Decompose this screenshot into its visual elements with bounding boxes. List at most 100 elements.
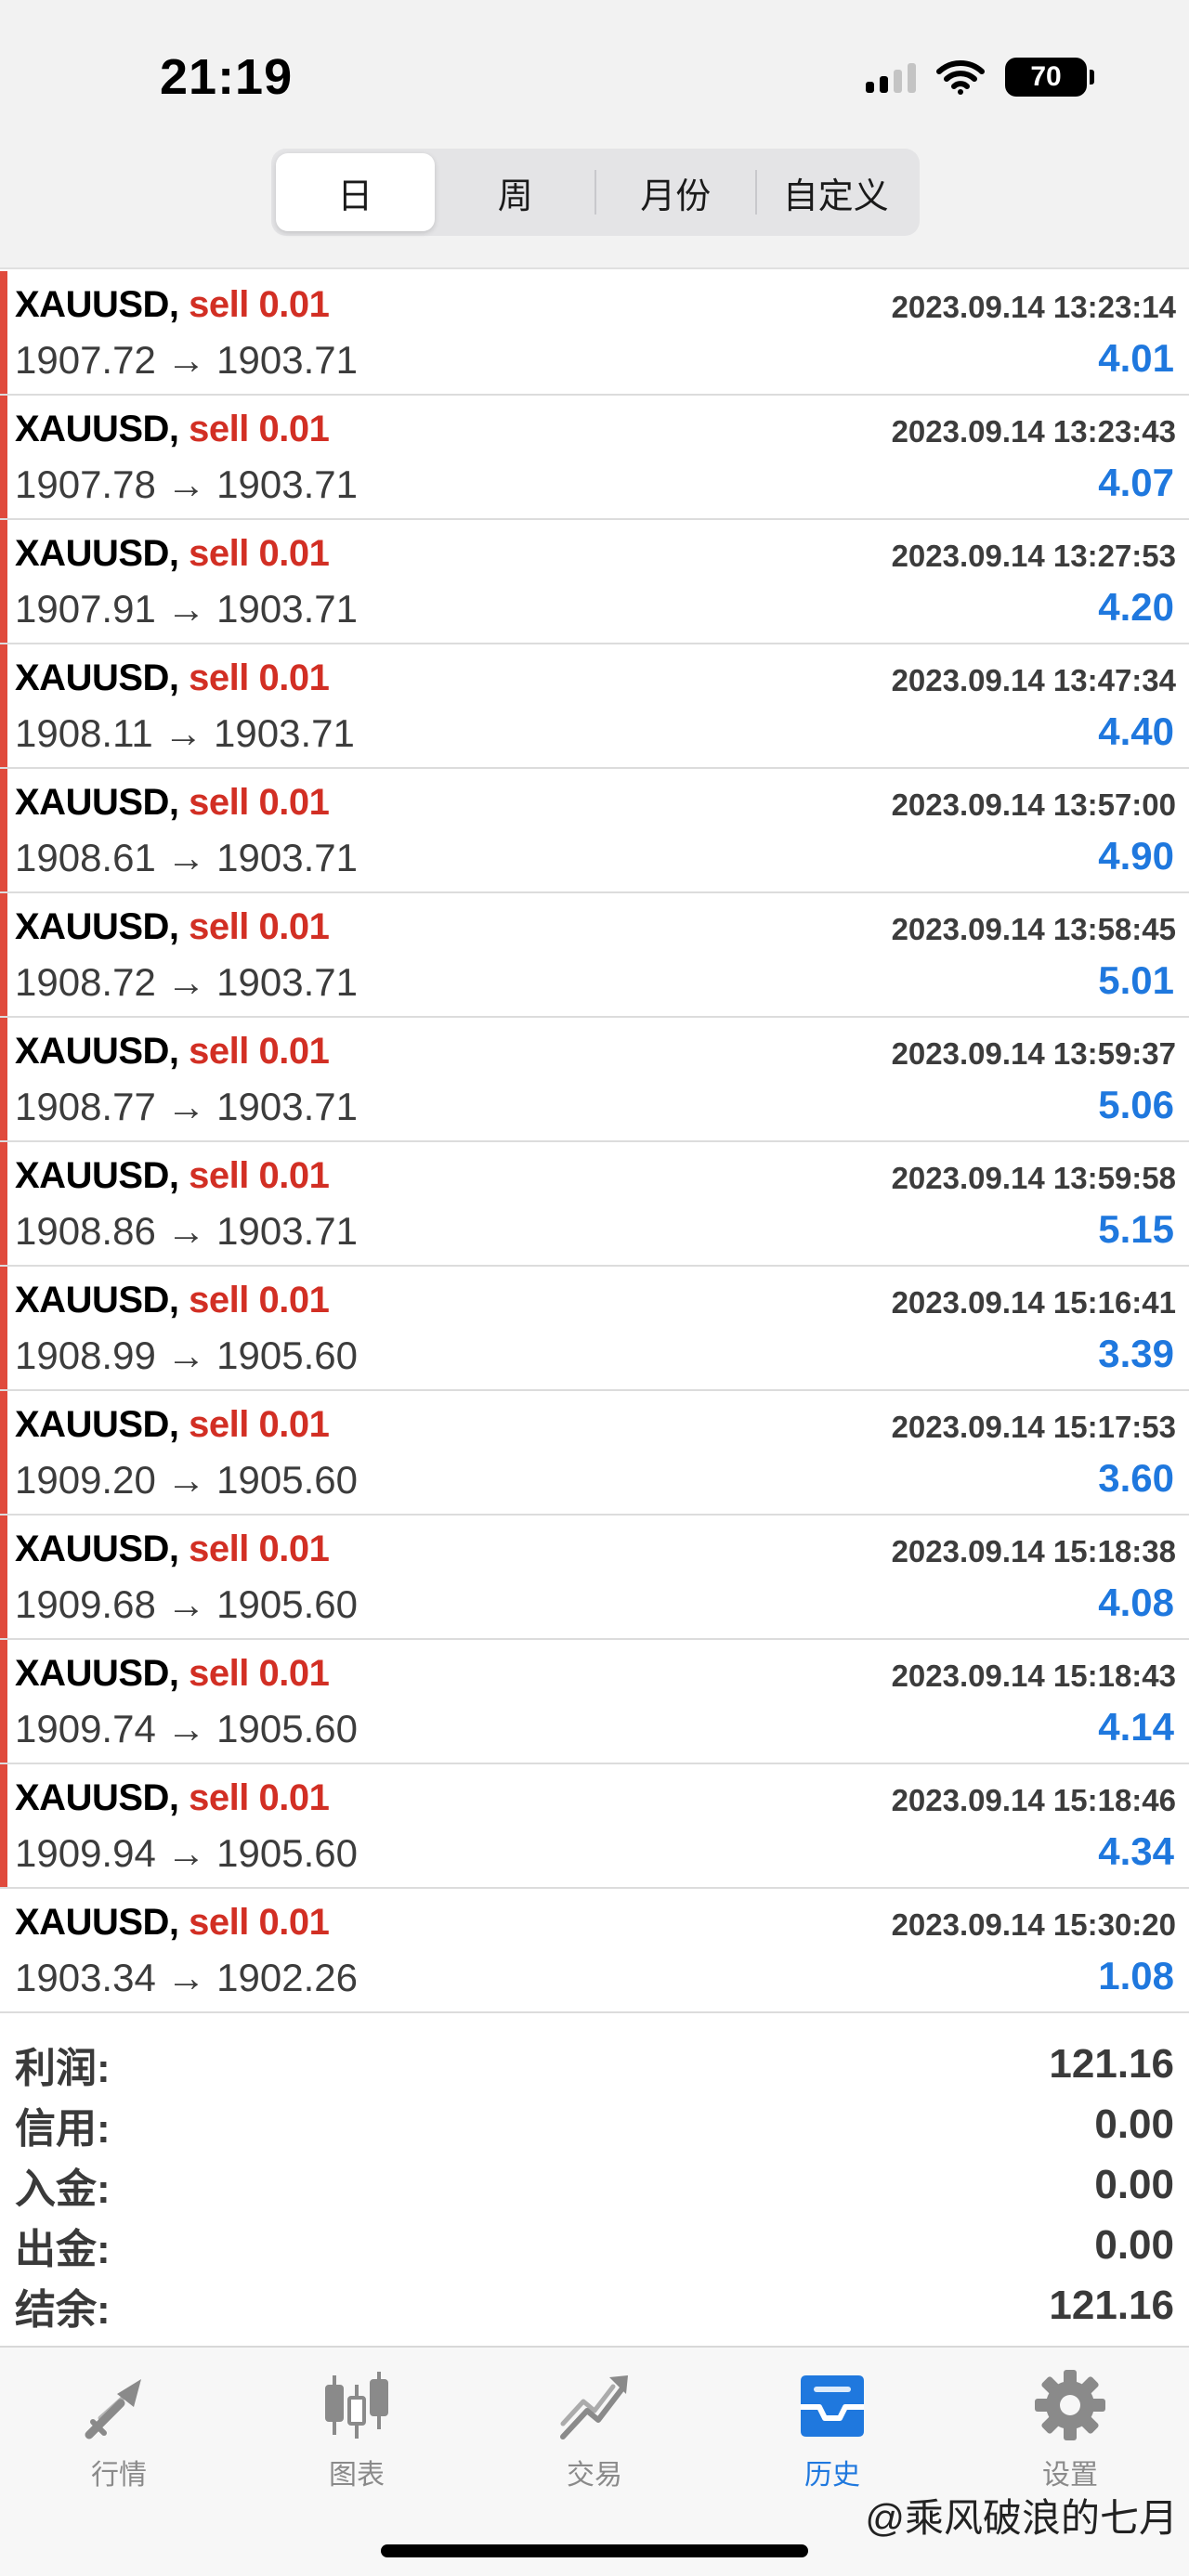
deal-prices: 1909.94 → 1905.60 (15, 1831, 358, 1875)
deal-symbol: XAUUSD, sell 0.01 (15, 1902, 330, 1944)
symbol-name: XAUUSD, (15, 906, 179, 947)
deal-row[interactable]: XAUUSD, sell 0.01 2023.09.14 15:16:41 1908… (0, 1267, 1189, 1391)
summary-profit: 利润: 121.16 (15, 2034, 1174, 2094)
tab-settings[interactable]: 设置 (996, 2366, 1144, 2492)
tab-day-label: 日 (337, 176, 373, 216)
deal-profit: 4.40 (1098, 709, 1174, 753)
symbol-name: XAUUSD, (15, 782, 179, 823)
sell-marker (0, 1142, 7, 1265)
summary-withdrawal-value: 0.00 (1094, 2221, 1174, 2268)
deal-side: sell 0.01 (189, 409, 330, 449)
deal-time: 2023.09.14 13:27:53 (891, 539, 1176, 573)
deal-prices: 1907.91 → 1903.71 (15, 587, 358, 631)
sell-marker (0, 396, 7, 518)
home-indicator[interactable] (381, 2544, 808, 2557)
deal-side: sell 0.01 (189, 1902, 330, 1943)
summary-profit-value: 121.16 (1049, 2040, 1174, 2087)
deal-profit: 3.39 (1098, 1332, 1174, 1375)
summary-balance: 结余: 121.16 (15, 2275, 1174, 2335)
period-segmented-control: 日 周 月份 自定义 (271, 149, 920, 236)
deal-prices: 1908.11 → 1903.71 (15, 711, 355, 755)
deal-side: sell 0.01 (189, 1777, 330, 1818)
tab-week[interactable]: 周 (437, 153, 595, 231)
sell-marker (0, 644, 7, 767)
deal-side: sell 0.01 (189, 1155, 330, 1196)
summary-withdrawal-label: 出金: (15, 2226, 111, 2272)
deal-prices: 1908.72 → 1903.71 (15, 960, 358, 1004)
tab-day[interactable]: 日 (276, 153, 435, 231)
summary-withdrawal: 出金: 0.00 (15, 2215, 1174, 2275)
symbol-name: XAUUSD, (15, 1653, 179, 1694)
deal-history-list: XAUUSD, sell 0.01 2023.09.14 13:23:14 1907… (0, 271, 1189, 2013)
deal-time: 2023.09.14 15:18:38 (891, 1534, 1176, 1568)
sell-marker (0, 1516, 7, 1638)
tab-quotes[interactable]: 行情 (45, 2366, 193, 2492)
history-inbox-icon (801, 2375, 864, 2437)
deal-row[interactable]: XAUUSD, sell 0.01 2023.09.14 15:17:53 1909… (0, 1391, 1189, 1516)
deal-row[interactable]: XAUUSD, sell 0.01 2023.09.14 15:18:43 1909… (0, 1640, 1189, 1764)
deal-side: sell 0.01 (189, 1280, 330, 1321)
deal-row[interactable]: XAUUSD, sell 0.01 2023.09.14 13:57:00 1908… (0, 769, 1189, 893)
deal-profit: 4.20 (1098, 585, 1174, 629)
summary-deposit-value: 0.00 (1094, 2161, 1174, 2207)
battery-level: 70 (1030, 61, 1062, 92)
deal-side: sell 0.01 (189, 1404, 330, 1445)
symbol-name: XAUUSD, (15, 284, 179, 325)
symbol-name: XAUUSD, (15, 1777, 179, 1818)
symbol-name: XAUUSD, (15, 1031, 179, 1072)
deal-profit: 4.07 (1098, 461, 1174, 504)
status-time: 21:19 (160, 49, 294, 105)
symbol-name: XAUUSD, (15, 657, 179, 698)
sell-marker (0, 1267, 7, 1389)
deal-prices: 1909.20 → 1905.60 (15, 1458, 358, 1502)
tab-week-label: 周 (497, 176, 533, 216)
wifi-icon (936, 60, 985, 95)
deal-symbol: XAUUSD, sell 0.01 (15, 782, 330, 824)
tab-custom-label: 自定义 (782, 176, 889, 216)
sell-marker (0, 1391, 7, 1514)
tab-trade[interactable]: 交易 (520, 2366, 669, 2492)
deal-row[interactable]: XAUUSD, sell 0.01 2023.09.14 13:59:37 1908… (0, 1018, 1189, 1142)
quotes-arrows-icon (85, 2379, 141, 2439)
deal-prices: 1907.72 → 1903.71 (15, 338, 358, 382)
deal-side: sell 0.01 (189, 906, 330, 947)
top-header: 21:19 70 日 周 月份 自定义 (0, 0, 1189, 269)
deal-time: 2023.09.14 13:47:34 (891, 663, 1176, 697)
deal-row[interactable]: XAUUSD, sell 0.01 2023.09.14 13:47:34 1908… (0, 644, 1189, 769)
deal-row[interactable]: XAUUSD, sell 0.01 2023.09.14 15:18:46 1909… (0, 1764, 1189, 1889)
tab-charts-label: 图表 (329, 2460, 385, 2491)
deal-symbol: XAUUSD, sell 0.01 (15, 409, 330, 450)
sell-marker (0, 271, 7, 394)
deal-prices: 1903.34 → 1902.26 (15, 1956, 358, 1999)
deal-row[interactable]: XAUUSD, sell 0.01 2023.09.14 15:30:20 1903… (0, 1889, 1189, 2013)
deal-profit: 3.60 (1098, 1456, 1174, 1500)
deal-row[interactable]: XAUUSD, sell 0.01 2023.09.14 15:18:38 1909… (0, 1516, 1189, 1640)
deal-time: 2023.09.14 13:59:37 (891, 1036, 1176, 1071)
tab-trade-label: 交易 (567, 2460, 622, 2491)
deal-time: 2023.09.14 15:16:41 (891, 1285, 1176, 1320)
deal-side: sell 0.01 (189, 782, 330, 823)
tab-history[interactable]: 历史 (758, 2366, 907, 2492)
symbol-name: XAUUSD, (15, 533, 179, 574)
account-summary: 利润: 121.16 信用: 0.00 入金: 0.00 出金: 0.00 结余: 121… (0, 2034, 1189, 2346)
deal-time: 2023.09.14 13:23:14 (891, 290, 1176, 324)
sell-marker (0, 520, 7, 643)
tab-custom[interactable]: 自定义 (757, 153, 916, 231)
deal-row[interactable]: XAUUSD, sell 0.01 2023.09.14 13:59:58 1908… (0, 1142, 1189, 1267)
tab-charts[interactable]: 图表 (282, 2366, 431, 2492)
symbol-name: XAUUSD, (15, 409, 179, 449)
tab-month[interactable]: 月份 (596, 153, 755, 231)
deal-row[interactable]: XAUUSD, sell 0.01 2023.09.14 13:58:45 1908… (0, 893, 1189, 1018)
deal-side: sell 0.01 (189, 1031, 330, 1072)
deal-row[interactable]: XAUUSD, sell 0.01 2023.09.14 13:27:53 1907… (0, 520, 1189, 644)
deal-symbol: XAUUSD, sell 0.01 (15, 1155, 330, 1197)
deal-time: 2023.09.14 13:59:58 (891, 1161, 1176, 1195)
gear-icon (1035, 2370, 1105, 2440)
tab-month-label: 月份 (640, 176, 712, 216)
status-icons: 70 (866, 58, 1094, 97)
deal-profit: 5.06 (1098, 1083, 1174, 1126)
deal-row[interactable]: XAUUSD, sell 0.01 2023.09.14 13:23:14 1907… (0, 271, 1189, 396)
deal-row[interactable]: XAUUSD, sell 0.01 2023.09.14 13:23:43 1907… (0, 396, 1189, 520)
deal-side: sell 0.01 (189, 284, 330, 325)
deal-symbol: XAUUSD, sell 0.01 (15, 657, 330, 699)
